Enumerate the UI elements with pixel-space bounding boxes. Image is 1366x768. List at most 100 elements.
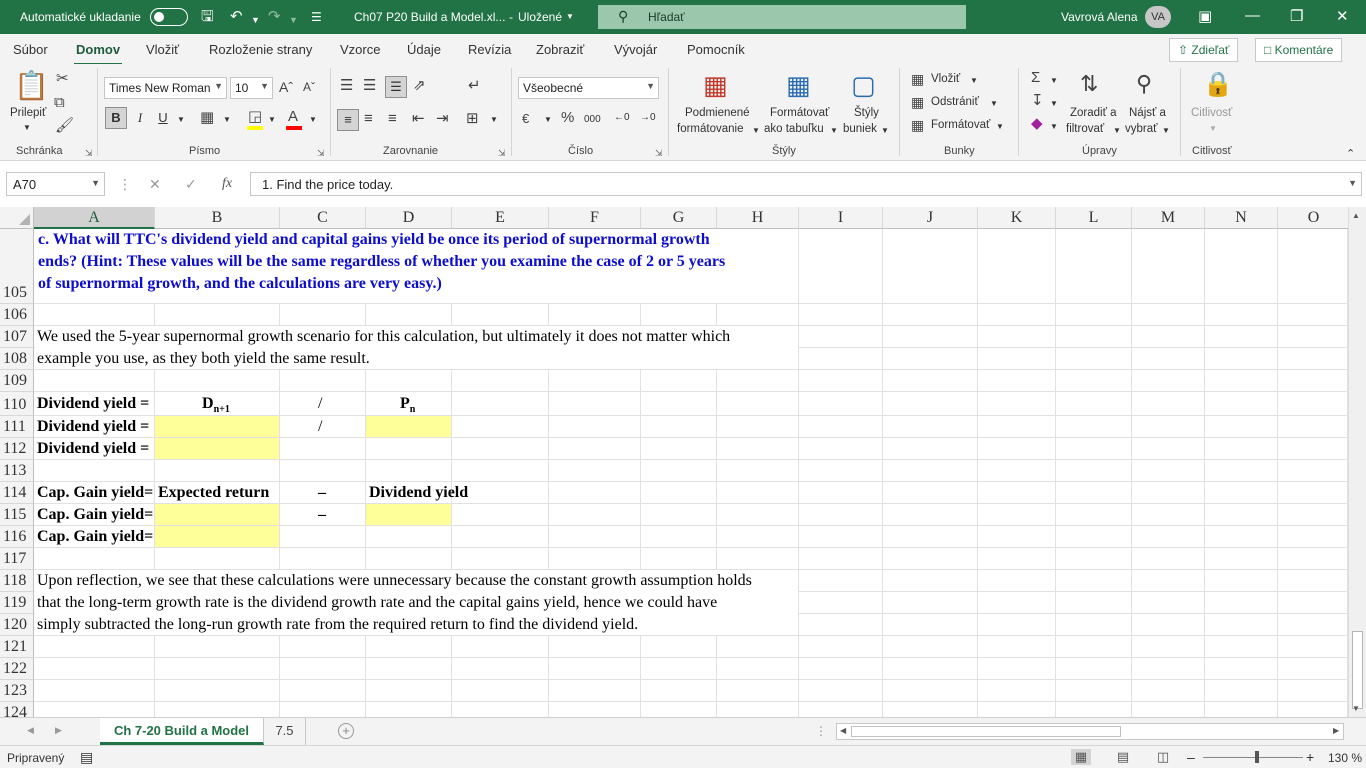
collapse-ribbon-icon[interactable]: ⌃ — [1346, 146, 1355, 162]
cell-styles-icon[interactable]: ▢ — [851, 70, 876, 100]
decrease-font-icon[interactable]: Aˇ — [303, 78, 315, 96]
font-name-select[interactable]: Times New Roman ▼ — [104, 77, 227, 99]
clear-icon[interactable]: ◆ — [1031, 115, 1043, 133]
accessibility-icon[interactable]: ▤ — [80, 749, 93, 766]
tab-file[interactable]: Súbor — [13, 42, 48, 57]
scroll-right-icon[interactable]: ▶ — [1333, 726, 1339, 735]
column-header[interactable]: E — [452, 207, 549, 229]
column-header[interactable]: D — [366, 207, 452, 229]
insert-function-icon[interactable]: fx — [222, 176, 232, 192]
zoom-in-icon[interactable]: + — [1306, 749, 1314, 765]
insert-cells-icon[interactable]: ▦ — [911, 70, 924, 88]
cell-styles-label-1[interactable]: Štýly — [854, 105, 879, 121]
tab-formulas[interactable]: Vzorce — [340, 42, 380, 57]
decrease-indent-icon[interactable]: ⇤ — [412, 110, 425, 128]
user-name[interactable]: Vavrová Alena — [1061, 10, 1138, 24]
align-bottom-icon[interactable]: ☰ — [385, 76, 407, 98]
restore-icon[interactable]: ❐ — [1290, 7, 1303, 25]
undo-icon[interactable]: ↶ — [230, 8, 243, 26]
column-header[interactable]: I — [799, 207, 883, 229]
tab-view[interactable]: Zobraziť — [536, 42, 584, 57]
row-header[interactable]: 107 — [0, 326, 34, 348]
merge-dropdown-icon[interactable]: ▼ — [490, 112, 498, 128]
row-header[interactable]: 112 — [0, 438, 34, 460]
vertical-scrollbar[interactable]: ▲ ▼ — [1348, 207, 1366, 717]
sensitivity-icon[interactable]: 🔒 — [1203, 70, 1233, 100]
row-header[interactable]: 105 — [0, 229, 34, 304]
accounting-format-icon[interactable]: € — [522, 110, 529, 128]
borders-dropdown-icon[interactable]: ▼ — [223, 112, 231, 128]
row-header[interactable]: 123 — [0, 680, 34, 702]
underline-dropdown-icon[interactable]: ▼ — [177, 112, 185, 128]
row-header[interactable]: 111 — [0, 416, 34, 438]
expand-formula-icon[interactable]: ▼ — [1348, 178, 1357, 188]
tab-data[interactable]: Údaje — [407, 42, 441, 57]
bold-button[interactable]: B — [105, 107, 127, 129]
redo-icon[interactable]: ↷ — [268, 8, 281, 26]
comments-button[interactable]: □ Komentáre — [1255, 38, 1343, 62]
prev-sheet-icon[interactable]: ◀ — [27, 725, 34, 736]
column-header[interactable]: B — [155, 207, 280, 229]
format-as-table-label-2[interactable]: ako tabuľku — [764, 121, 824, 137]
conditional-formatting-label-1[interactable]: Podmienené — [685, 105, 750, 121]
column-header[interactable]: G — [641, 207, 717, 229]
orientation-icon[interactable]: ⇗ — [413, 77, 426, 95]
fill-icon[interactable]: ↧ — [1031, 92, 1044, 110]
sheet-tab-build-a-model[interactable]: Ch 7-20 Build a Model — [100, 718, 264, 745]
sort-filter-label-2[interactable]: filtrovať — [1066, 121, 1104, 137]
save-icon[interactable]: 🖫 — [201, 8, 214, 26]
undo-dropdown-icon[interactable]: ▼ — [251, 11, 260, 29]
page-break-view-icon[interactable]: ◫ — [1153, 749, 1173, 765]
column-header[interactable]: A — [34, 207, 155, 229]
column-header[interactable]: J — [883, 207, 978, 229]
name-box[interactable]: A70 ▼ — [6, 172, 105, 196]
search-input[interactable]: ⚲ Hľadať — [598, 5, 966, 29]
sort-filter-label-1[interactable]: Zoradiť a — [1070, 105, 1117, 121]
input-cell-b115[interactable] — [155, 504, 279, 525]
row-header[interactable]: 122 — [0, 658, 34, 680]
row-header[interactable]: 110 — [0, 392, 34, 416]
column-header[interactable]: N — [1205, 207, 1278, 229]
increase-font-icon[interactable]: Aˆ — [279, 78, 293, 96]
sort-filter-icon[interactable]: ⇅ — [1080, 70, 1098, 98]
paste-dropdown-icon[interactable]: ▼ — [23, 120, 31, 136]
paste-label[interactable]: Prilepiť — [10, 105, 46, 121]
enter-icon[interactable]: ✓ — [185, 176, 197, 193]
minimize-icon[interactable]: — — [1245, 7, 1260, 24]
percent-icon[interactable]: % — [561, 109, 574, 127]
delete-cells-icon[interactable]: ▦ — [911, 93, 924, 111]
autosave-toggle[interactable] — [150, 8, 188, 26]
align-left-icon[interactable]: ≡ — [337, 109, 359, 131]
row-header[interactable]: 119 — [0, 592, 34, 614]
scroll-down-icon[interactable]: ▼ — [1352, 704, 1360, 713]
cut-icon[interactable]: ✂ — [56, 70, 69, 88]
number-format-select[interactable]: Všeobecné ▼ — [518, 77, 659, 99]
column-header[interactable]: F — [549, 207, 641, 229]
cell-styles-label-2[interactable]: buniek — [843, 121, 877, 137]
number-launcher-icon[interactable]: ⇲ — [655, 148, 663, 159]
scroll-thumb[interactable] — [1352, 631, 1363, 709]
font-color-icon[interactable]: A — [288, 108, 298, 126]
row-header[interactable]: 116 — [0, 526, 34, 548]
find-select-label-2[interactable]: vybrať — [1125, 121, 1157, 137]
fill-color-icon[interactable]: ◲ — [248, 108, 262, 126]
tab-developer[interactable]: Vývojár — [614, 42, 657, 57]
column-header[interactable]: K — [978, 207, 1056, 229]
close-icon[interactable]: ✕ — [1336, 7, 1349, 25]
page-layout-view-icon[interactable]: ▤ — [1113, 749, 1133, 765]
formula-input[interactable]: 1. Find the price today. ▼ — [250, 172, 1362, 196]
tab-home[interactable]: Domov — [73, 42, 123, 66]
align-top-icon[interactable]: ☰ — [340, 77, 353, 95]
customize-toolbar-icon[interactable]: ☰ — [311, 8, 322, 26]
align-center-icon[interactable]: ≡ — [364, 110, 373, 128]
column-header[interactable]: L — [1056, 207, 1132, 229]
save-state[interactable]: Uložené — [518, 10, 562, 24]
decrease-decimal-icon[interactable]: →0 — [640, 110, 656, 126]
increase-indent-icon[interactable]: ⇥ — [436, 110, 449, 128]
format-as-table-icon[interactable]: ▦ — [786, 70, 811, 100]
redo-dropdown-icon[interactable]: ▼ — [289, 11, 298, 29]
scroll-left-icon[interactable]: ◀ — [840, 726, 846, 735]
insert-cells-label[interactable]: Vložiť — [931, 71, 960, 87]
add-sheet-icon[interactable]: + — [338, 723, 354, 739]
delete-cells-label[interactable]: Odstrániť — [931, 94, 979, 110]
